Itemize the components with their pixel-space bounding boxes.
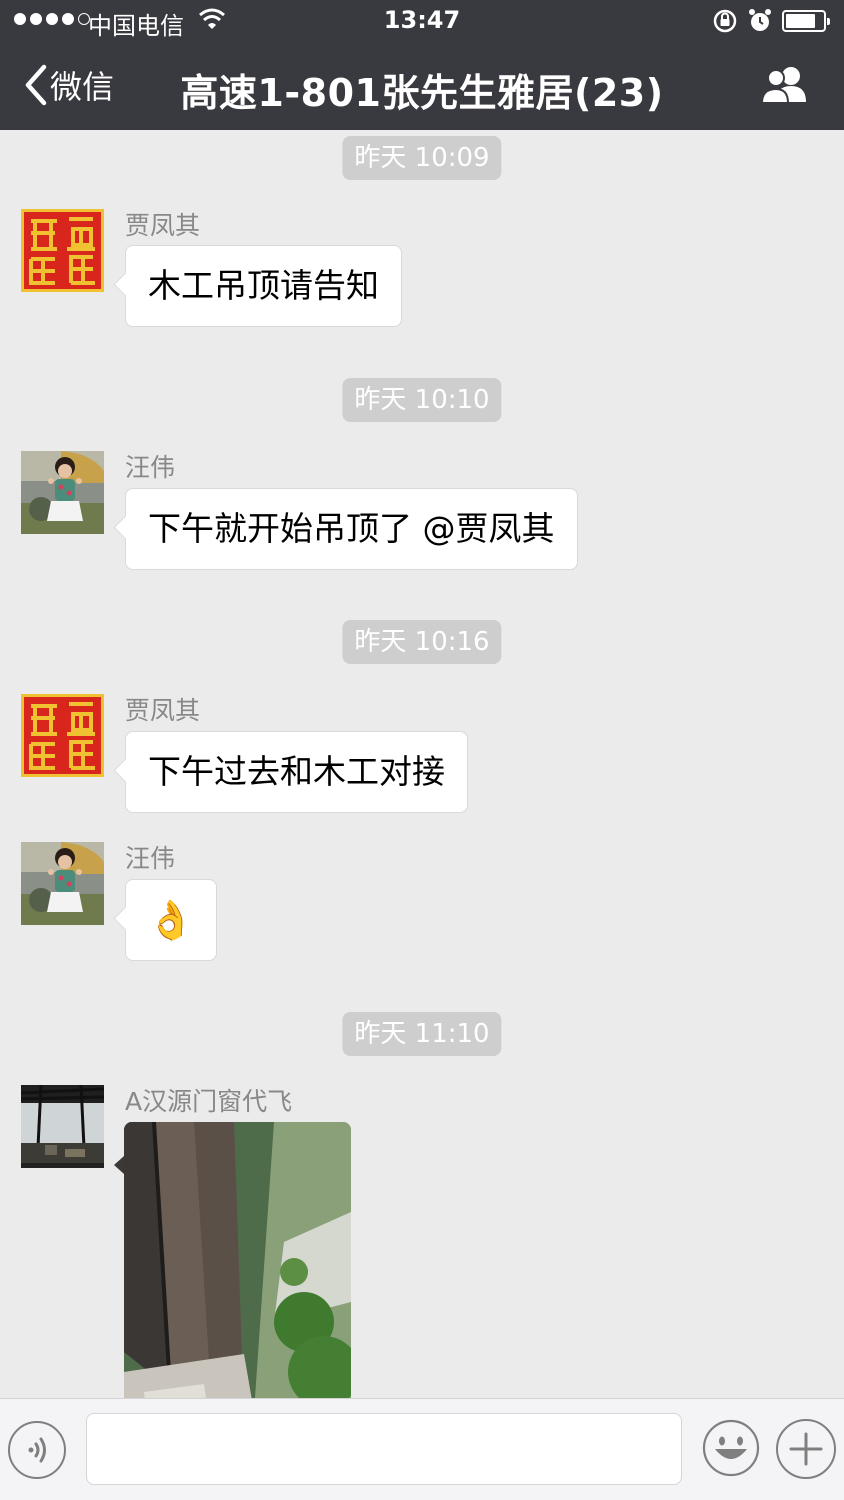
avatar-wang-wei[interactable] xyxy=(21,842,104,925)
avatar-jia-fengqi[interactable] xyxy=(21,209,104,292)
navigation-bar: 微信 高速1-801张先生雅居(23) xyxy=(0,44,844,130)
top-bar: 中国电信 13:47 微信 高速1-801张先生雅居(23) xyxy=(0,0,844,130)
message-input[interactable] xyxy=(86,1413,682,1485)
message-bubble[interactable]: 下午过去和木工对接 xyxy=(125,731,468,813)
alarm-icon xyxy=(749,9,771,31)
plus-icon xyxy=(789,1432,823,1466)
chat-area[interactable]: 昨天 10:09 贾凤其 木工吊顶请告知 昨天 10:10 汪伟 下午就开始吊顶… xyxy=(0,130,844,1398)
timestamp: 昨天 10:16 xyxy=(342,620,502,664)
chat-title: 高速1-801张先生雅居(23) xyxy=(180,71,664,115)
voice-icon xyxy=(28,1437,46,1463)
avatar-hanyuan-windows[interactable] xyxy=(21,1085,104,1168)
more-actions-button[interactable] xyxy=(776,1419,836,1479)
child-photo-avatar-image xyxy=(21,842,104,925)
timestamp: 昨天 11:10 xyxy=(342,1012,502,1056)
timestamp: 昨天 10:10 xyxy=(342,378,502,422)
sender-name: 贾凤其 xyxy=(125,696,201,725)
red-seal-avatar-image xyxy=(21,209,104,292)
image-bubble-tail xyxy=(114,1156,124,1174)
message-bubble[interactable]: 木工吊顶请告知 xyxy=(125,245,402,327)
emoji-icon[interactable] xyxy=(702,1419,760,1477)
sender-name: 汪伟 xyxy=(125,844,176,873)
input-bar xyxy=(0,1398,844,1500)
status-bar: 中国电信 13:47 xyxy=(0,0,844,44)
child-photo-avatar-image xyxy=(21,451,104,534)
emoji-message-bubble[interactable]: 👌 xyxy=(125,879,217,961)
message-bubble[interactable]: 下午就开始吊顶了 @贾凤其 xyxy=(125,488,578,570)
building-facade-photo xyxy=(124,1122,351,1398)
group-members-icon[interactable] xyxy=(760,66,810,104)
rotation-lock-icon xyxy=(713,9,737,33)
red-seal-avatar-image xyxy=(21,694,104,777)
battery-icon xyxy=(782,10,830,32)
timestamp: 昨天 10:09 xyxy=(342,136,502,180)
avatar-wang-wei[interactable] xyxy=(21,451,104,534)
image-message[interactable] xyxy=(124,1122,351,1398)
sender-name: A汉源门窗代飞 xyxy=(125,1087,293,1116)
ok-hand-emoji: 👌 xyxy=(147,898,195,942)
voice-input-button[interactable] xyxy=(8,1421,66,1479)
sender-name: 贾凤其 xyxy=(125,211,201,240)
window-view-avatar-image xyxy=(21,1085,104,1168)
sender-name: 汪伟 xyxy=(125,453,176,482)
avatar-jia-fengqi[interactable] xyxy=(21,694,104,777)
